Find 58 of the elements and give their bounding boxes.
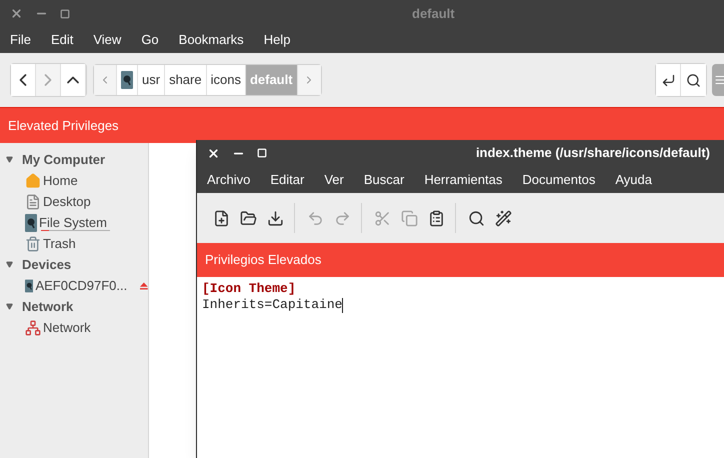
download-icon[interactable]	[267, 210, 284, 226]
nav-button[interactable]	[61, 64, 86, 96]
menu-item[interactable]: Ayuda	[615, 170, 652, 190]
expander-icon[interactable]	[6, 303, 13, 310]
expander-icon[interactable]	[6, 261, 13, 268]
sidebar-item[interactable]: File System	[39, 212, 107, 232]
sidebar-item[interactable]: Trash	[43, 234, 76, 254]
expander-icon[interactable]	[6, 156, 13, 163]
path-crumb[interactable]: usr	[138, 65, 166, 95]
menu-item[interactable]: Edit	[50, 30, 74, 50]
network-icon	[25, 320, 41, 336]
search-icon[interactable]	[468, 210, 485, 226]
section-header: Devices	[22, 256, 72, 274]
section-header: Network	[22, 298, 74, 316]
return-icon	[660, 72, 676, 88]
privilege-banner: Privilegios Elevados	[197, 243, 724, 277]
folder-icon[interactable]	[240, 210, 257, 226]
window-title: index.theme (/usr/share/icons/default)	[476, 144, 711, 162]
menu-item[interactable]: Bookmarks	[178, 30, 244, 50]
menu-item[interactable]: View	[93, 30, 122, 50]
location-toggle-button[interactable]	[656, 64, 681, 96]
menu-item[interactable]: Buscar	[364, 170, 404, 190]
code-line: Inherits=Capitaine	[202, 297, 342, 313]
eject-icon[interactable]	[140, 280, 148, 290]
sidebar-item[interactable]: Network	[43, 318, 91, 338]
menu-item[interactable]: Ver	[324, 170, 344, 190]
menu-item[interactable]: File	[10, 30, 31, 50]
path-crumb[interactable]: share	[165, 65, 207, 95]
menu-icon	[714, 74, 724, 86]
home-icon	[25, 172, 41, 188]
search-icon	[686, 72, 701, 88]
drive-icon	[121, 71, 133, 89]
menu-item[interactable]: Go	[141, 30, 159, 50]
nav-button[interactable]	[11, 64, 36, 96]
sidebar-item[interactable]: Desktop	[43, 192, 91, 212]
privilege-banner: Elevated Privileges	[0, 107, 724, 143]
menu-item[interactable]: Archivo	[207, 170, 250, 190]
sidebar-item[interactable]: AEF0CD97F0...	[35, 276, 128, 296]
new-file-icon[interactable]	[213, 210, 230, 226]
sidebar-item[interactable]: Home	[43, 170, 78, 190]
drive-icon	[25, 276, 34, 294]
document-icon	[25, 194, 41, 210]
menu-item[interactable]: Editar	[270, 170, 304, 190]
menu-item[interactable]: Help	[264, 30, 290, 50]
trash-icon	[25, 236, 41, 252]
code-line: [Icon Theme]	[202, 281, 296, 297]
search-button[interactable]	[681, 64, 706, 96]
drive-crumb[interactable]	[117, 65, 138, 95]
text-editor[interactable]: [Icon Theme] Inherits=Capitaine	[197, 277, 724, 458]
wand-icon[interactable]	[495, 210, 512, 226]
clipboard-icon[interactable]	[428, 210, 445, 226]
drive-icon	[25, 214, 37, 232]
menu-item[interactable]: Herramientas	[424, 170, 502, 190]
menu-item[interactable]: Documentos	[522, 170, 596, 190]
close-icon[interactable]	[207, 146, 220, 160]
path-crumb[interactable]: icons	[206, 65, 246, 95]
window-title: default	[412, 4, 455, 23]
section-header: My Computer	[22, 150, 106, 169]
